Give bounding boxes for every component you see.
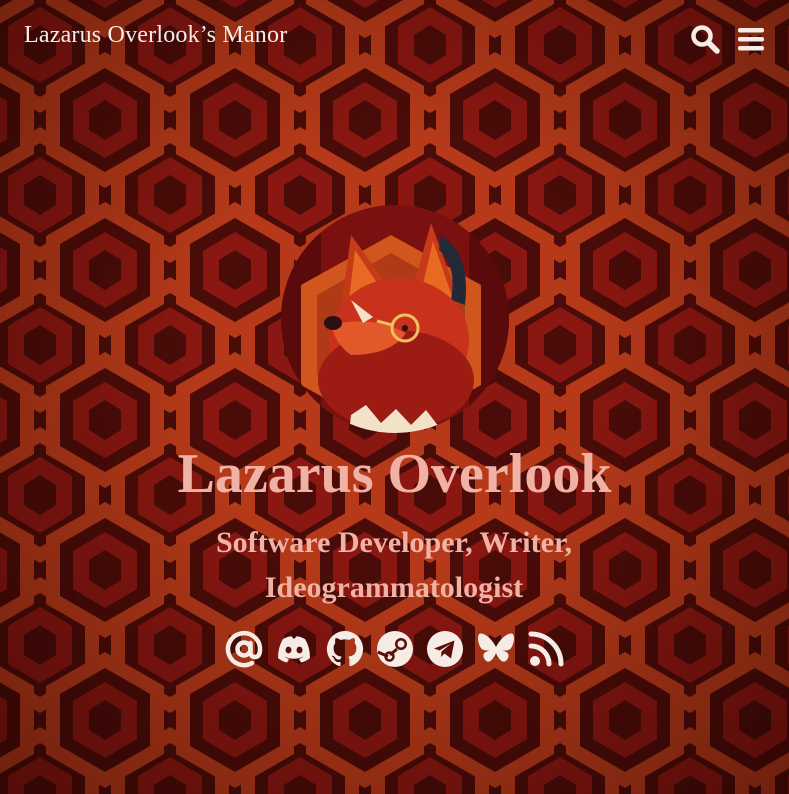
search-button[interactable]: [690, 24, 720, 59]
avatar: [281, 205, 509, 433]
profile-tagline: Software Developer, Writer, Ideogrammato…: [215, 526, 573, 604]
discord-link[interactable]: [273, 628, 315, 670]
red-fox-character-avatar: [281, 205, 509, 433]
steam-icon: [377, 631, 413, 667]
discord-icon: [278, 636, 310, 663]
menu-button[interactable]: [737, 24, 765, 59]
telegram-icon: [427, 631, 463, 667]
rss-link[interactable]: [525, 628, 567, 670]
bluesky-link[interactable]: [475, 628, 517, 670]
telegram-link[interactable]: [424, 628, 466, 670]
github-icon: [326, 630, 364, 667]
bluesky-butterfly-icon: [478, 633, 514, 662]
steam-link[interactable]: [374, 628, 416, 670]
rss-icon: [528, 631, 564, 667]
github-link[interactable]: [324, 628, 366, 670]
site-title-link[interactable]: Lazarus Overlook’s Manor: [24, 22, 287, 49]
email-link[interactable]: [223, 628, 265, 670]
at-sign-icon: [225, 630, 263, 668]
profile-name: Lazarus Overlook: [177, 443, 612, 505]
hamburger-menu-icon: [738, 28, 764, 51]
search-icon: [691, 25, 720, 54]
